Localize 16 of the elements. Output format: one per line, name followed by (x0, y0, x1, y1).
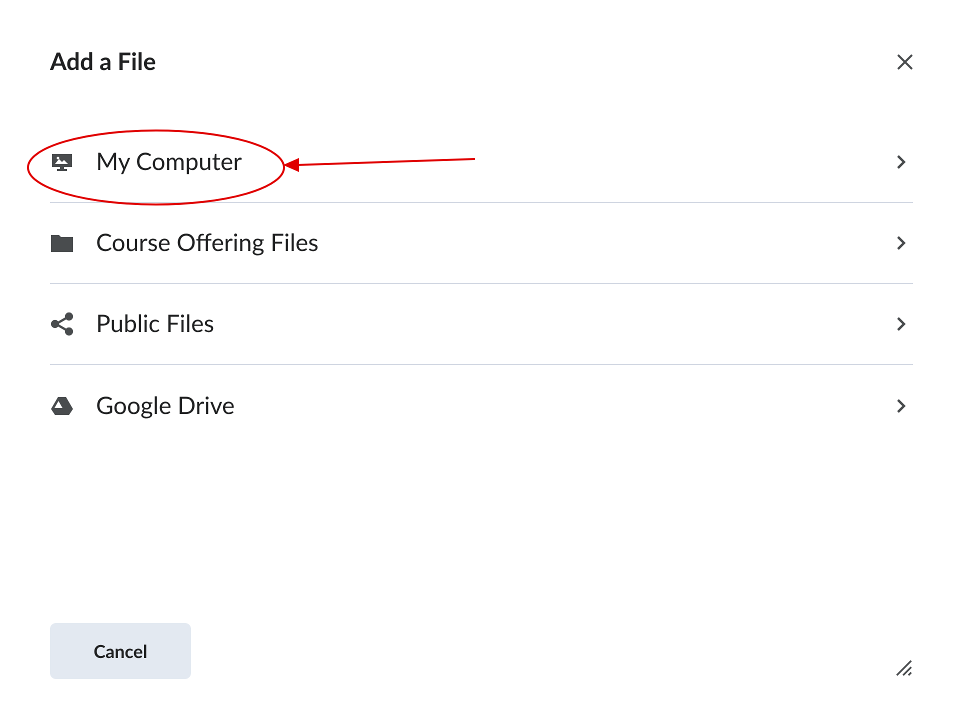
file-source-item[interactable]: My Computer (50, 122, 913, 203)
source-label: Google Drive (96, 390, 235, 422)
file-source-item[interactable]: Course Offering Files (50, 203, 913, 284)
resize-handle-icon[interactable] (895, 659, 913, 677)
chevron-right-icon (895, 316, 907, 332)
source-label: Public Files (96, 308, 214, 340)
cancel-button[interactable]: Cancel (50, 623, 191, 679)
file-source-item[interactable]: Google Drive (50, 365, 913, 446)
chevron-right-icon (895, 398, 907, 414)
source-label: Course Offering Files (96, 227, 319, 259)
source-label: My Computer (96, 146, 242, 178)
dialog-title: Add a File (50, 46, 156, 78)
file-source-item[interactable]: Public Files (50, 284, 913, 365)
chevron-right-icon (895, 235, 907, 251)
share-icon (50, 312, 74, 336)
chevron-right-icon (895, 154, 907, 170)
